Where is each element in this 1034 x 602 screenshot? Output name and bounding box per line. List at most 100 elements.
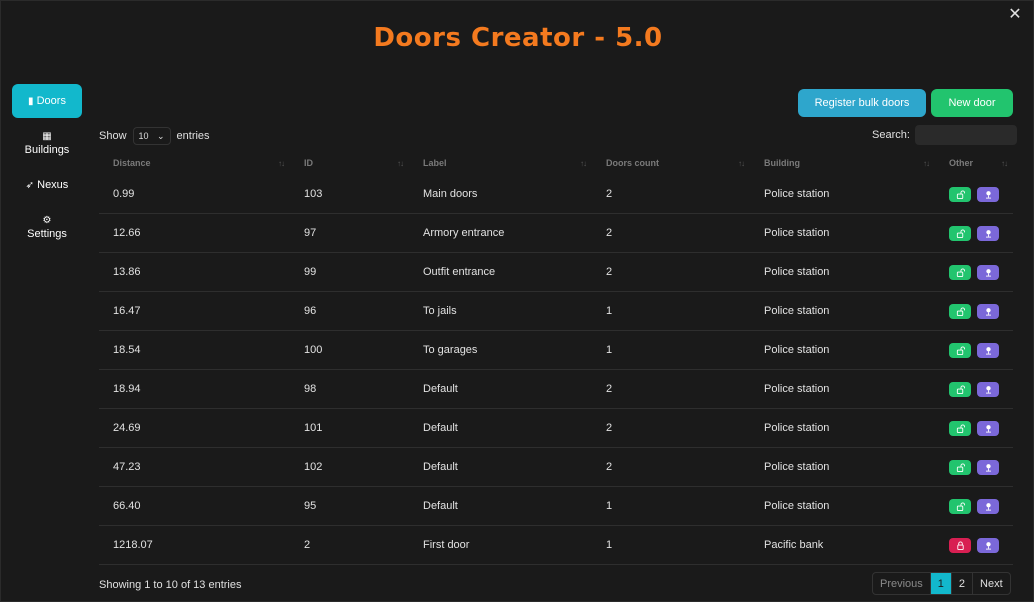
teleport-button[interactable] <box>977 538 999 553</box>
distance-cell: 1218.07 <box>113 539 153 551</box>
building-cell: Police station <box>764 188 830 200</box>
location-pin-icon <box>985 191 991 199</box>
unlock-icon <box>956 385 965 394</box>
building-cell: Police station <box>764 383 830 395</box>
doors-count-cell: 2 <box>606 461 613 473</box>
table-body: 0.99 103 Main doors 2 Police station 12.66 97 A… <box>99 175 1013 565</box>
column-header-id[interactable]: ID ↑↓ <box>290 151 409 175</box>
table-header: Distance ↑↓ ID ↑↓ Label ↑↓ Doors count ↑↓ Bu… <box>99 151 1013 175</box>
teleport-button[interactable] <box>977 265 999 280</box>
unlock-toggle-button[interactable] <box>949 460 971 475</box>
unlock-toggle-button[interactable] <box>949 343 971 358</box>
doors-count-cell: 1 <box>606 344 613 356</box>
table-row: 1218.07 2 First door 1 Pacific bank <box>99 526 1013 565</box>
pagination-next[interactable]: Next <box>973 573 1010 594</box>
unlock-toggle-button[interactable] <box>949 187 971 202</box>
id-cell: 101 <box>304 422 323 434</box>
building-cell: Police station <box>764 227 830 239</box>
label-cell: Default <box>423 422 458 434</box>
unlock-toggle-button[interactable] <box>949 499 971 514</box>
unlock-icon <box>956 268 965 277</box>
distance-cell: 66.40 <box>113 500 141 512</box>
distance-cell: 18.94 <box>113 383 141 395</box>
entries-label: entries <box>176 130 210 142</box>
unlock-icon <box>956 463 965 472</box>
teleport-button[interactable] <box>977 460 999 475</box>
label-cell: Main doors <box>423 188 478 200</box>
sidebar-item-label: Nexus <box>37 179 69 191</box>
table-row: 16.47 96 To jails 1 Police station <box>99 292 1013 331</box>
location-pin-icon <box>985 230 991 238</box>
doors-count-cell: 2 <box>606 266 613 278</box>
teleport-button[interactable] <box>977 382 999 397</box>
table-row: 18.94 98 Default 2 Police station <box>99 370 1013 409</box>
label-cell: Default <box>423 500 458 512</box>
column-header-other[interactable]: Other ↑↓ <box>935 151 1013 175</box>
label-cell: Outfit entrance <box>423 266 496 278</box>
table-row: 66.40 95 Default 1 Police station <box>99 487 1013 526</box>
doors-count-cell: 1 <box>606 539 613 551</box>
pagination-page-2[interactable]: 2 <box>952 573 974 594</box>
id-cell: 95 <box>304 500 317 512</box>
sort-icon: ↑↓ <box>923 159 930 168</box>
table-row: 12.66 97 Armory entrance 2 Police station <box>99 214 1013 253</box>
location-pin-icon <box>985 464 991 472</box>
page-length-value: 10 <box>138 131 149 141</box>
teleport-button[interactable] <box>977 343 999 358</box>
gear-icon: ⚙ <box>42 215 52 226</box>
sidebar-item-settings[interactable]: ⚙ Settings <box>12 214 82 241</box>
new-door-button[interactable]: New door <box>931 89 1013 117</box>
location-pin-icon <box>985 425 991 433</box>
close-icon[interactable]: ✕ <box>1007 7 1023 23</box>
teleport-button[interactable] <box>977 304 999 319</box>
unlock-toggle-button[interactable] <box>949 382 971 397</box>
location-pin-icon <box>985 503 991 511</box>
teleport-button[interactable] <box>977 499 999 514</box>
column-header-doors-count[interactable]: Doors count ↑↓ <box>592 151 750 175</box>
label-cell: Default <box>423 383 458 395</box>
teleport-button[interactable] <box>977 421 999 436</box>
unlock-toggle-button[interactable] <box>949 421 971 436</box>
page-length-control: Show 10 ⌄ entries <box>99 127 210 145</box>
search-label: Search: <box>872 129 910 141</box>
unlock-toggle-button[interactable] <box>949 226 971 241</box>
location-pin-icon <box>985 386 991 394</box>
column-header-distance[interactable]: Distance ↑↓ <box>99 151 290 175</box>
location-pin-icon <box>985 347 991 355</box>
teleport-button[interactable] <box>977 226 999 241</box>
unlock-icon <box>956 229 965 238</box>
distance-cell: 13.86 <box>113 266 141 278</box>
column-header-label[interactable]: Label ↑↓ <box>409 151 592 175</box>
sidebar-item-doors[interactable]: ▮ Doors <box>12 84 82 118</box>
pagination: Previous 1 2 Next <box>872 572 1011 595</box>
id-cell: 96 <box>304 305 317 317</box>
search-input[interactable] <box>914 125 1017 145</box>
lock-toggle-button[interactable] <box>949 538 971 553</box>
label-cell: Armory entrance <box>423 227 505 239</box>
register-bulk-doors-button[interactable]: Register bulk doors <box>798 89 926 117</box>
sidebar-item-label: Buildings <box>24 144 70 156</box>
rocket-icon: ➶ <box>25 180 35 191</box>
column-header-building[interactable]: Building ↑↓ <box>750 151 935 175</box>
building-cell: Pacific bank <box>764 539 824 551</box>
unlock-icon <box>956 502 965 511</box>
id-cell: 97 <box>304 227 317 239</box>
building-cell: Police station <box>764 500 830 512</box>
id-cell: 98 <box>304 383 317 395</box>
unlock-toggle-button[interactable] <box>949 265 971 280</box>
door-icon: ▮ <box>28 96 34 107</box>
table-row: 13.86 99 Outfit entrance 2 Police station <box>99 253 1013 292</box>
sort-icon: ↑↓ <box>278 159 285 168</box>
id-cell: 2 <box>304 539 311 551</box>
sidebar-item-nexus[interactable]: ➶ Nexus <box>12 179 82 192</box>
pagination-page-1[interactable]: 1 <box>930 573 952 594</box>
teleport-button[interactable] <box>977 187 999 202</box>
location-pin-icon <box>985 269 991 277</box>
sort-icon: ↑↓ <box>397 159 404 168</box>
table-row: 24.69 101 Default 2 Police station <box>99 409 1013 448</box>
page-title: Doors Creator - 5.0 <box>373 23 663 53</box>
sidebar-item-buildings[interactable]: ▦ Buildings <box>12 130 82 157</box>
pagination-previous[interactable]: Previous <box>873 573 931 594</box>
page-length-select[interactable]: 10 ⌄ <box>132 127 171 145</box>
unlock-toggle-button[interactable] <box>949 304 971 319</box>
